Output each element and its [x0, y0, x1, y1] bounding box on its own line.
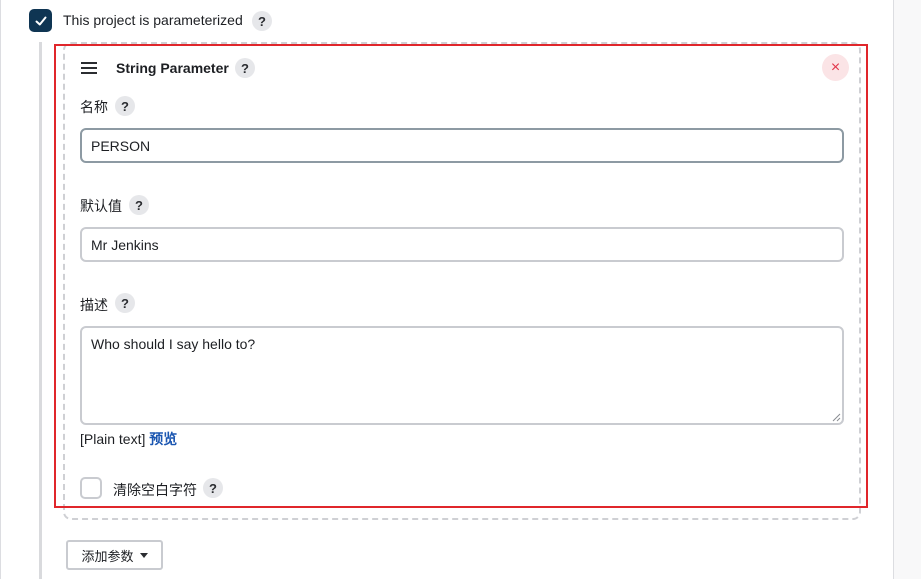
help-icon[interactable]: ? — [129, 195, 149, 215]
help-icon[interactable]: ? — [115, 293, 135, 313]
parameter-type-title: String Parameter — [116, 60, 229, 76]
parameterized-checkbox[interactable] — [29, 9, 52, 32]
drag-handle-icon[interactable] — [81, 62, 97, 74]
add-parameter-label: 添加参数 — [81, 548, 134, 564]
help-icon[interactable]: ? — [203, 478, 223, 498]
default-value-input[interactable] — [80, 227, 844, 262]
trim-whitespace-checkbox[interactable] — [80, 477, 102, 499]
left-panel-border — [0, 0, 1, 579]
close-icon: × — [830, 58, 841, 76]
name-input[interactable] — [80, 128, 844, 163]
name-label: 名称 — [80, 99, 108, 115]
delete-parameter-button[interactable]: × — [822, 54, 849, 81]
default-value-label: 默认值 — [80, 198, 122, 214]
chevron-down-icon — [139, 552, 148, 558]
checkmark-icon — [35, 16, 46, 25]
help-icon[interactable]: ? — [252, 11, 272, 31]
section-indent-line — [39, 42, 42, 579]
format-text: [Plain text] — [80, 431, 146, 447]
description-format-row: [Plain text] 预览 — [80, 429, 177, 449]
resize-grip-icon[interactable] — [832, 413, 841, 422]
parameterized-label[interactable]: This project is parameterized — [63, 12, 243, 28]
help-icon[interactable]: ? — [235, 58, 255, 78]
add-parameter-button[interactable]: 添加参数 — [66, 540, 163, 570]
preview-link[interactable]: 预览 — [149, 431, 177, 447]
description-textarea[interactable]: Who should I say hello to? — [80, 326, 844, 425]
help-icon[interactable]: ? — [115, 96, 135, 116]
right-panel-border — [893, 0, 894, 579]
description-label: 描述 — [80, 297, 108, 313]
right-gutter — [894, 0, 921, 579]
trim-whitespace-label[interactable]: 清除空白字符 — [113, 480, 197, 500]
